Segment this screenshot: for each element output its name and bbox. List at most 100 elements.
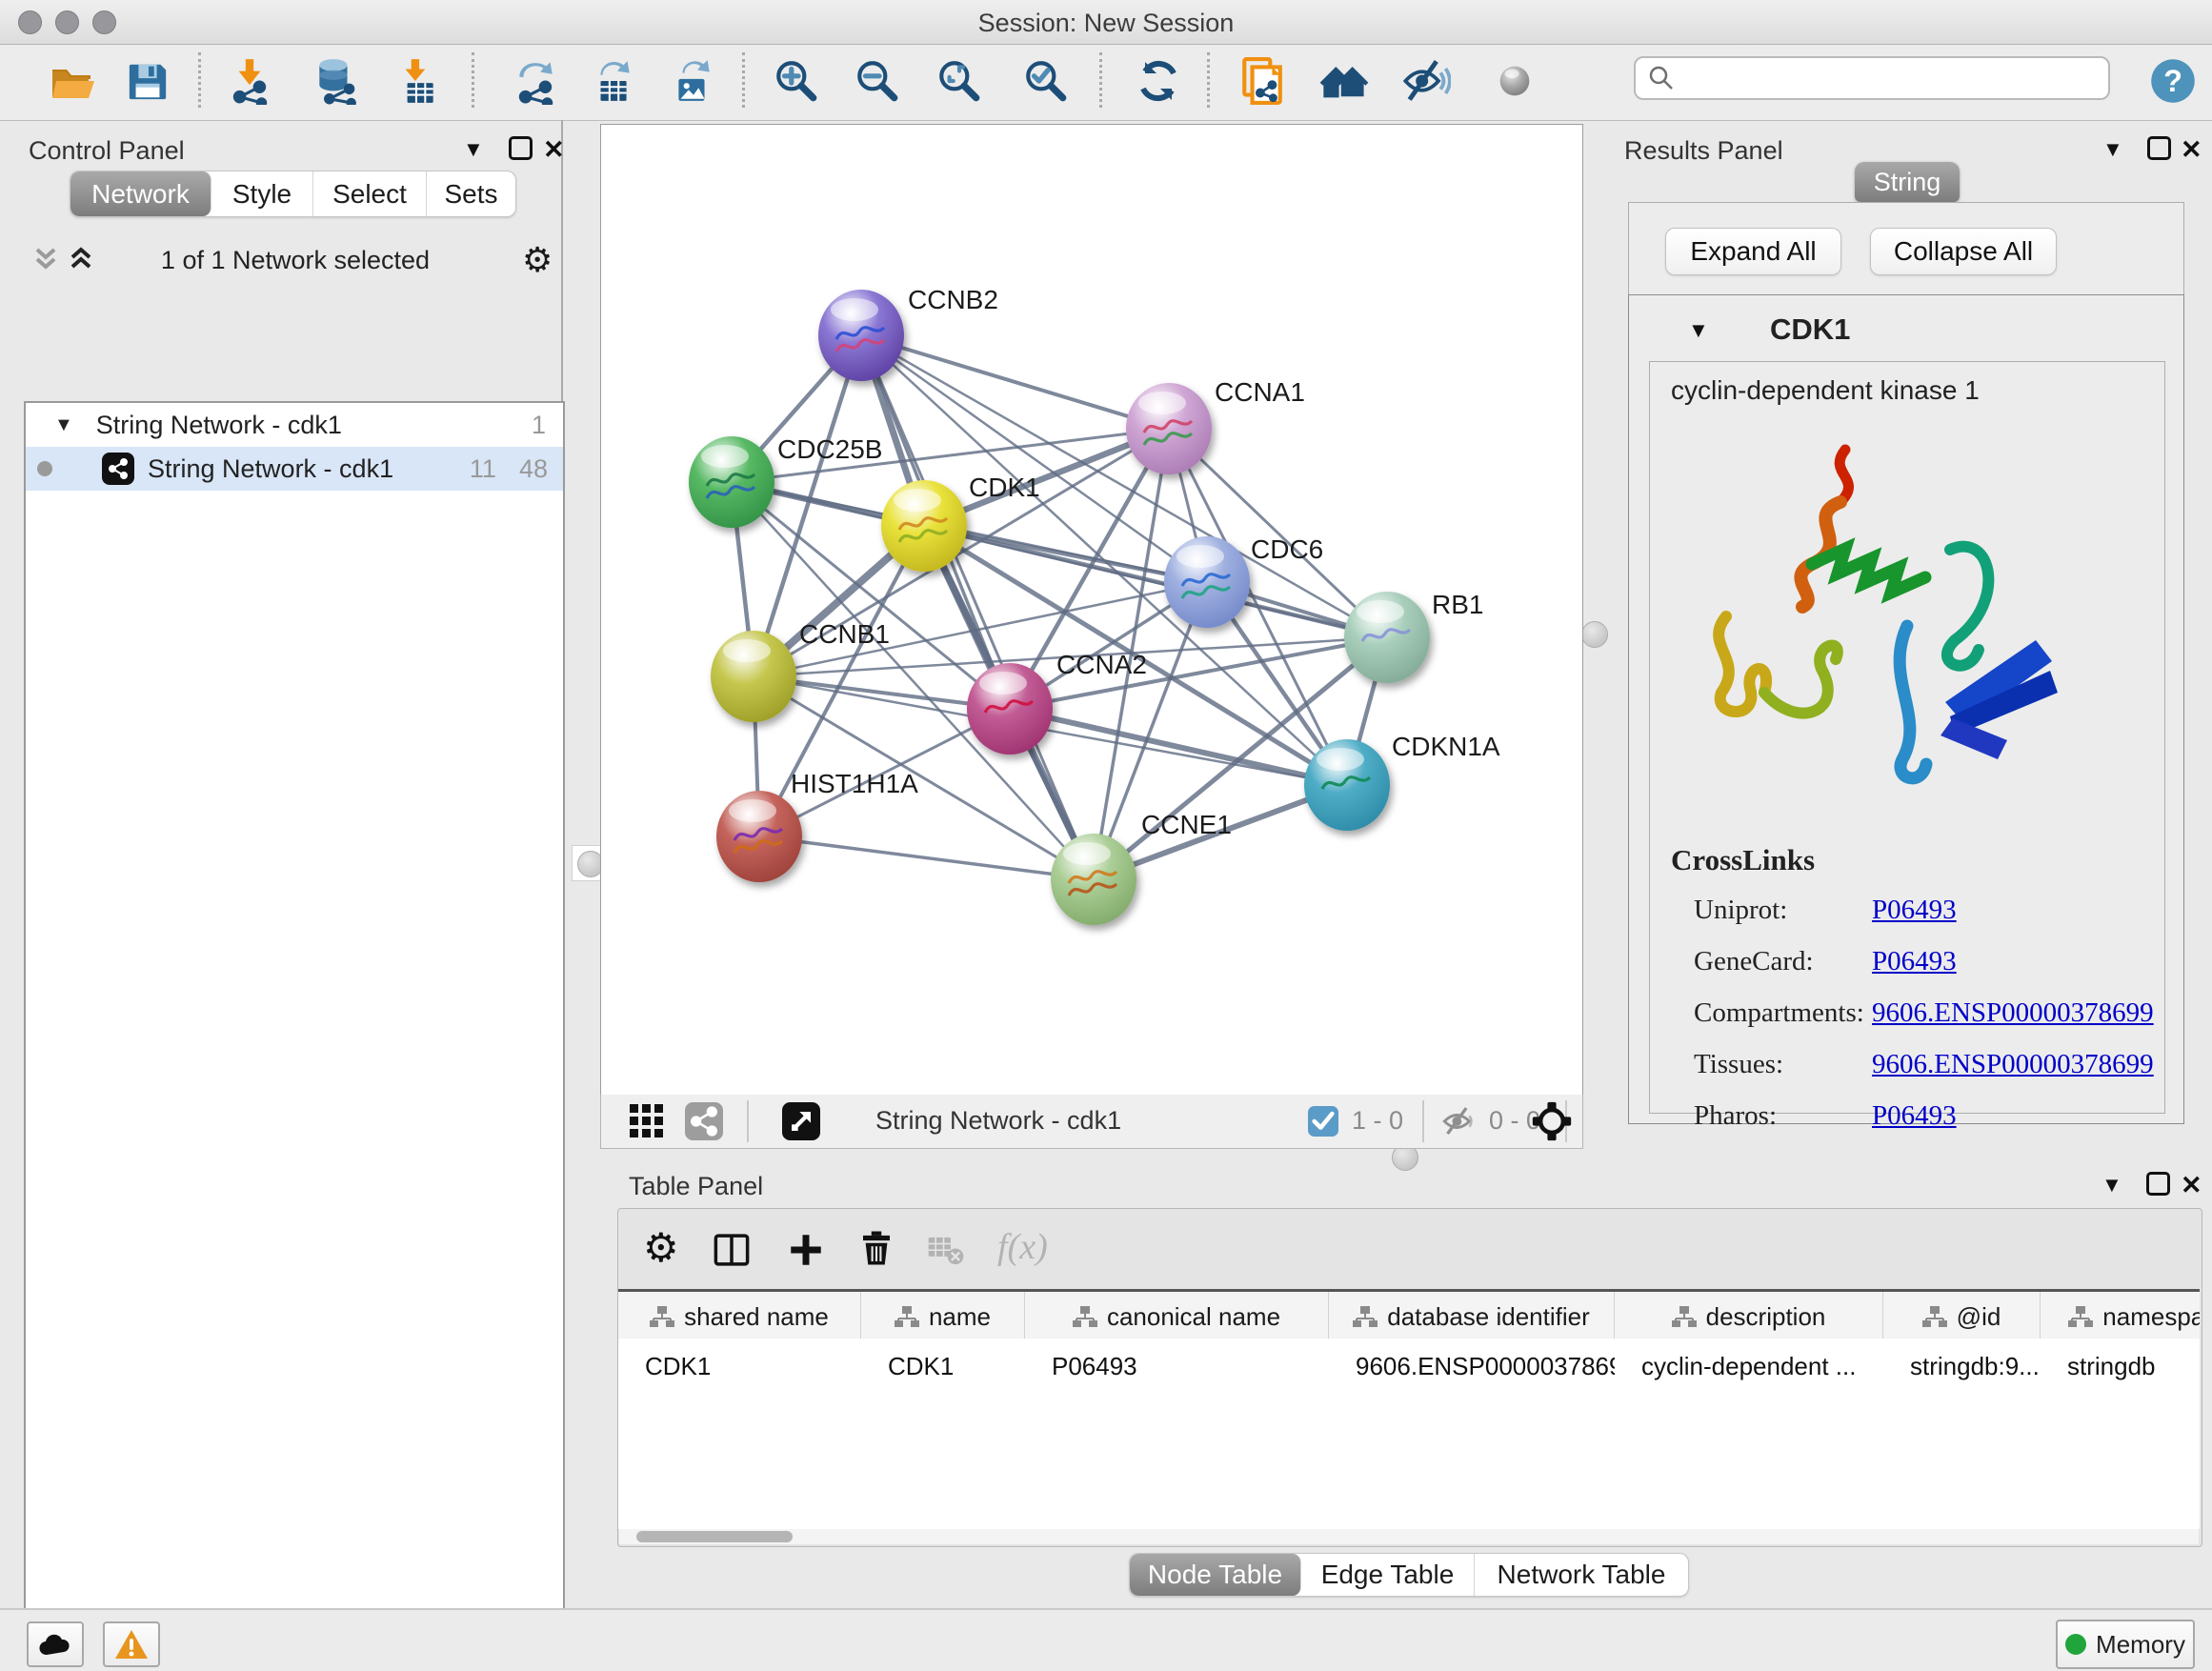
table-cell[interactable]: P06493 bbox=[1025, 1342, 1329, 1390]
tab-sets[interactable]: Sets bbox=[427, 171, 515, 216]
network-graph[interactable]: CCNB2CCNA1CDC25BCDK1CDC6RB1CCNB1CCNA2CDK… bbox=[601, 125, 1580, 1093]
column-header-canonical-name[interactable]: canonical name bbox=[1025, 1292, 1329, 1341]
results-panel-close-icon[interactable]: ✕ bbox=[2181, 137, 2202, 163]
crosslink-label: Uniprot: bbox=[1694, 884, 1864, 936]
zoom-fit-button[interactable] bbox=[932, 49, 987, 113]
open-in-window-icon[interactable] bbox=[782, 1102, 820, 1140]
column-header-database-identifier[interactable]: database identifier bbox=[1329, 1292, 1615, 1341]
grid-view-icon[interactable] bbox=[628, 1102, 666, 1140]
save-session-button[interactable] bbox=[120, 49, 175, 113]
column-header--id[interactable]: @id bbox=[1883, 1292, 2041, 1341]
tab-network-table[interactable]: Network Table bbox=[1475, 1554, 1688, 1596]
crosslink-label: GeneCard: bbox=[1694, 936, 1864, 987]
network-collection-row[interactable]: ▼ String Network - cdk1 1 bbox=[26, 403, 563, 447]
warnings-button[interactable] bbox=[103, 1621, 160, 1667]
control-panel-menu-icon[interactable]: ▼ bbox=[463, 137, 484, 162]
search-input[interactable] bbox=[1676, 63, 2080, 94]
help-button[interactable]: ? bbox=[2145, 49, 2201, 113]
table-panel-close-icon[interactable]: ✕ bbox=[2181, 1173, 2202, 1198]
houses-icon bbox=[1319, 56, 1369, 106]
delete-column-icon[interactable] bbox=[856, 1228, 896, 1268]
zoom-selected-icon bbox=[1022, 57, 1070, 105]
import-table-file-button[interactable] bbox=[390, 49, 445, 113]
column-header-namespace[interactable]: namespace bbox=[2041, 1292, 2200, 1341]
zoom-selected-button[interactable] bbox=[1018, 49, 1074, 113]
protein-expander-icon[interactable]: ▼ bbox=[1688, 318, 1709, 343]
graph-node-CDKN1A[interactable]: CDKN1A bbox=[1304, 732, 1500, 831]
crosslink-tissues[interactable]: 9606.ENSP00000378699 bbox=[1872, 1038, 2154, 1090]
tab-edge-table[interactable]: Edge Table bbox=[1301, 1554, 1475, 1596]
graph-node-label: CCNB2 bbox=[908, 285, 998, 314]
table-cell[interactable]: stringdb bbox=[2041, 1342, 2200, 1390]
collapse-all-button[interactable]: Collapse All bbox=[1870, 228, 2057, 275]
graph-node-RB1[interactable]: RB1 bbox=[1344, 590, 1483, 683]
crosslink-genecard[interactable]: P06493 bbox=[1872, 936, 2154, 987]
annotation-mode-button[interactable] bbox=[1235, 49, 1290, 113]
import-network-file-button[interactable] bbox=[222, 49, 277, 113]
results-panel-menu-icon[interactable]: ▼ bbox=[2102, 137, 2123, 162]
graph-node-CCNA1[interactable]: CCNA1 bbox=[1126, 377, 1305, 474]
graph-node-CCNE1[interactable]: CCNE1 bbox=[1051, 810, 1232, 925]
table-hscrollbar-thumb[interactable] bbox=[636, 1531, 793, 1542]
crosslink-compartments[interactable]: 9606.ENSP00000378699 bbox=[1872, 987, 2154, 1038]
tab-style[interactable]: Style bbox=[211, 171, 313, 216]
memory-button[interactable]: Memory bbox=[2056, 1620, 2195, 1669]
table-cell[interactable]: 9606.ENSP00000378699 bbox=[1329, 1342, 1615, 1390]
table-row[interactable]: CDK1CDK1P064939606.ENSP00000378699cyclin… bbox=[618, 1342, 2200, 1390]
table-cell[interactable]: CDK1 bbox=[861, 1342, 1025, 1390]
graph-node-CDC6[interactable]: CDC6 bbox=[1164, 534, 1323, 628]
graph-node-label: CCNE1 bbox=[1141, 810, 1232, 839]
control-panel-close-icon[interactable]: ✕ bbox=[543, 137, 565, 163]
export-image-button[interactable] bbox=[665, 49, 720, 113]
import-database-icon bbox=[312, 57, 359, 105]
export-network-button[interactable] bbox=[508, 49, 563, 113]
table-panel-menu-icon[interactable]: ▼ bbox=[2101, 1173, 2122, 1198]
zoom-in-button[interactable] bbox=[769, 49, 824, 113]
results-panel-float-icon[interactable] bbox=[2147, 136, 2171, 160]
table-cell[interactable]: cyclin-dependent ... bbox=[1615, 1342, 1883, 1390]
zoom-out-button[interactable] bbox=[850, 49, 905, 113]
tab-select[interactable]: Select bbox=[313, 171, 427, 216]
zoom-out-icon bbox=[854, 57, 901, 105]
selected-checkbox-icon[interactable] bbox=[1308, 1106, 1338, 1137]
graph-node-CCNB2[interactable]: CCNB2 bbox=[818, 285, 998, 381]
expand-all-networks-icon[interactable] bbox=[31, 244, 60, 274]
table-panel-float-icon[interactable] bbox=[2146, 1172, 2170, 1196]
refresh-view-button[interactable] bbox=[1131, 49, 1186, 113]
tab-node-table[interactable]: Node Table bbox=[1130, 1554, 1301, 1596]
collapse-all-networks-icon[interactable] bbox=[67, 244, 95, 274]
table-gear-icon[interactable]: ⚙ bbox=[643, 1224, 679, 1271]
expand-all-button[interactable]: Expand All bbox=[1665, 228, 1841, 275]
cloud-status-button[interactable] bbox=[27, 1621, 84, 1667]
table-cell[interactable]: stringdb:9... bbox=[1883, 1342, 2041, 1390]
level-of-detail-button[interactable] bbox=[1487, 49, 1542, 113]
fit-selected-crosshair-icon[interactable] bbox=[1531, 1100, 1573, 1142]
birds-eye-view-button[interactable] bbox=[1317, 49, 1372, 113]
tab-network[interactable]: Network bbox=[70, 171, 211, 216]
graph-node-CDK1[interactable]: CDK1 bbox=[881, 473, 1040, 572]
add-column-icon[interactable] bbox=[786, 1230, 826, 1270]
graph-node-CDC25B[interactable]: CDC25B bbox=[689, 434, 882, 528]
hide-graphics-details-button[interactable] bbox=[1398, 49, 1454, 113]
table-hscrollbar[interactable] bbox=[619, 1529, 2199, 1544]
table-cell[interactable]: CDK1 bbox=[618, 1342, 861, 1390]
crosslink-uniprot[interactable]: P06493 bbox=[1872, 884, 2154, 936]
column-header-shared-name[interactable]: shared name bbox=[618, 1292, 861, 1341]
network-row-selected[interactable]: String Network - cdk1 11 48 bbox=[26, 447, 563, 491]
control-panel-float-icon[interactable] bbox=[509, 136, 533, 160]
show-columns-icon[interactable] bbox=[712, 1230, 752, 1270]
network-share-icon[interactable] bbox=[685, 1102, 723, 1140]
column-header-description[interactable]: description bbox=[1615, 1292, 1883, 1341]
tab-string[interactable]: String bbox=[1855, 162, 1960, 202]
crosslink-pharos[interactable]: P06493 bbox=[1872, 1090, 2154, 1141]
column-header-name[interactable]: name bbox=[861, 1292, 1025, 1341]
import-network-database-button[interactable] bbox=[308, 49, 363, 113]
network-canvas[interactable]: CCNB2CCNA1CDC25BCDK1CDC6RB1CCNB1CCNA2CDK… bbox=[600, 124, 1583, 1096]
open-session-button[interactable] bbox=[44, 49, 99, 113]
protein-description: cyclin-dependent kinase 1 bbox=[1671, 375, 1980, 406]
export-table-button[interactable] bbox=[585, 49, 640, 113]
search-icon bbox=[1647, 64, 1676, 92]
tree-expander-icon[interactable]: ▼ bbox=[54, 414, 73, 436]
network-options-gear-icon[interactable]: ⚙ bbox=[522, 240, 553, 280]
graph-node-HIST1H1A[interactable]: HIST1H1A bbox=[716, 769, 918, 882]
